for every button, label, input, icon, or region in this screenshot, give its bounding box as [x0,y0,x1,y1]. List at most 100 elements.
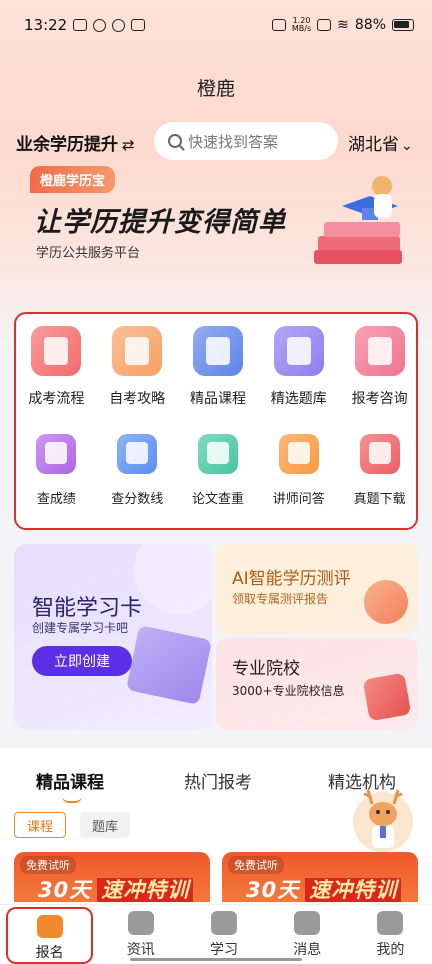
battery-icon [392,19,414,31]
province-label: 湖北省 [348,135,399,155]
service-icon [36,434,77,474]
service-label: 报考咨询 [351,391,408,407]
profile-icon [377,911,404,935]
nav-study[interactable]: 学习 [182,905,265,964]
deer-mascot[interactable] [350,782,416,860]
study-card-subtitle: 创建专属学习卡吧 [32,621,129,635]
chip-question-bank[interactable]: 题库 [80,812,131,838]
banner-slogan: 让学历提升变得简单 [34,207,286,238]
category-switch[interactable]: 业余学历提升 ⇄ [16,130,135,155]
service-label: 自考攻略 [109,391,166,407]
books-illustration [314,176,402,264]
schools-title: 专业院校 [232,659,300,679]
ai-eval-title: AI智能学历测评 [232,569,351,589]
banner-subline: 学历公共服务平台 [36,246,141,261]
nav-profile[interactable]: 我的 [349,905,432,964]
nav-label: 报名 [35,945,64,961]
app-icon [93,18,107,32]
report-icon [364,580,408,624]
service-icon [192,326,243,376]
service-icon [31,326,82,376]
course-title-a: 30天 [38,878,92,902]
home-icon [36,915,63,938]
province-select[interactable]: 湖北省 ⌄ [348,130,413,155]
course-card[interactable]: 免费试听 30天 速冲特训 [14,852,210,902]
service-item[interactable]: 成考流程 [16,326,97,408]
service-item[interactable]: 自考攻略 [97,326,178,408]
message-icon [294,911,321,935]
banner-tag: 橙鹿学历宝 [30,166,116,193]
service-label: 查成绩 [36,492,76,507]
service-label: 真题下载 [353,492,406,507]
course-title-b: 速冲特训 [305,878,402,902]
service-item[interactable]: 论文查重 [178,428,259,507]
vibrate-icon [271,19,286,31]
service-icon [354,326,405,376]
study-card-title: 智能学习卡 [32,596,143,621]
gesture-bar [130,958,302,961]
nav-signup[interactable]: 报名 [6,907,94,964]
tab-hot-exams[interactable]: 热门报考 [184,768,252,793]
search-placeholder: 快速找到答案 [188,132,279,151]
nav-label: 消息 [293,942,322,958]
chip-courses[interactable]: 课程 [14,812,67,838]
wechat-icon [112,18,126,32]
service-item[interactable]: 精选题库 [258,326,339,408]
service-label: 讲师问答 [272,492,325,507]
chevron-down-icon: ⌄ [401,138,413,154]
service-label: 查分数线 [111,492,164,507]
nav-messages[interactable]: 消息 [266,905,349,964]
battery-level: 88% [354,17,386,33]
service-label: 论文查重 [191,492,244,507]
filter-chips: 课程 题库 [14,812,131,838]
service-item[interactable]: 精品课程 [178,326,259,408]
crown-icon [131,19,146,31]
service-item[interactable]: 查分数线 [97,428,178,507]
service-icon [359,434,400,474]
free-trial-badge: 免费试听 [228,856,284,874]
search-icon [168,134,182,148]
status-time: 13:22 [24,16,68,34]
status-bar: 13:22 1.20 MB/s ≋ 88% [0,0,432,50]
feature-cards: 智能学习卡 创建专属学习卡吧 立即创建 AI智能学历测评 领取专属测评报告 专业… [14,544,418,730]
course-title-a: 30天 [246,878,300,902]
nav-news[interactable]: 资讯 [99,905,182,964]
create-button[interactable]: 立即创建 [32,646,132,676]
search-bar[interactable]: 快速找到答案 [154,122,338,160]
service-item[interactable]: 报考咨询 [339,326,420,408]
schools-subtitle: 3000+专业院校信息 [232,684,345,698]
nav-label: 资讯 [126,942,155,958]
service-item[interactable]: 讲师问答 [258,428,339,507]
service-icon [112,326,163,376]
page-title: 橙鹿 [196,78,235,100]
tab-courses[interactable]: 精品课程 [36,768,104,803]
study-icon [211,911,237,935]
net-speed: 1.20 MB/s [291,16,312,33]
bottom-nav: 报名 资讯 学习 消息 我的 [0,904,432,964]
top-bar: 业余学历提升 ⇄ 快速找到答案 湖北省 ⌄ [0,120,432,164]
notification-icon [73,19,88,31]
promo-banner[interactable]: 橙鹿学历宝 让学历提升变得简单 学历公共服务平台 [0,164,432,304]
service-icon [117,434,158,474]
service-item[interactable]: 真题下载 [339,428,420,507]
wifi-icon: ≋ [337,17,349,33]
ai-eval-subtitle: 领取专属测评报告 [232,592,329,606]
switch-icon: ⇄ [122,136,135,154]
free-trial-badge: 免费试听 [20,856,76,874]
book-icon [362,672,412,722]
course-title: 30天 速冲特训 [246,874,402,902]
nav-label: 学习 [210,942,238,958]
schools-card[interactable]: 专业院校 3000+专业院校信息 [216,638,418,730]
service-label: 精品课程 [189,391,246,407]
service-icon [273,326,324,376]
category-label: 业余学历提升 [16,135,118,155]
nav-label: 我的 [376,942,405,958]
service-label: 成考流程 [28,391,85,407]
course-title-b: 速冲特训 [97,878,194,902]
service-item[interactable]: 查成绩 [16,428,97,507]
sim-icon [317,19,332,31]
ai-eval-card[interactable]: AI智能学历测评 领取专属测评报告 [216,544,418,634]
service-label: 精选题库 [270,391,327,407]
service-icon [197,434,238,474]
study-card[interactable]: 智能学习卡 创建专属学习卡吧 立即创建 [14,544,212,730]
